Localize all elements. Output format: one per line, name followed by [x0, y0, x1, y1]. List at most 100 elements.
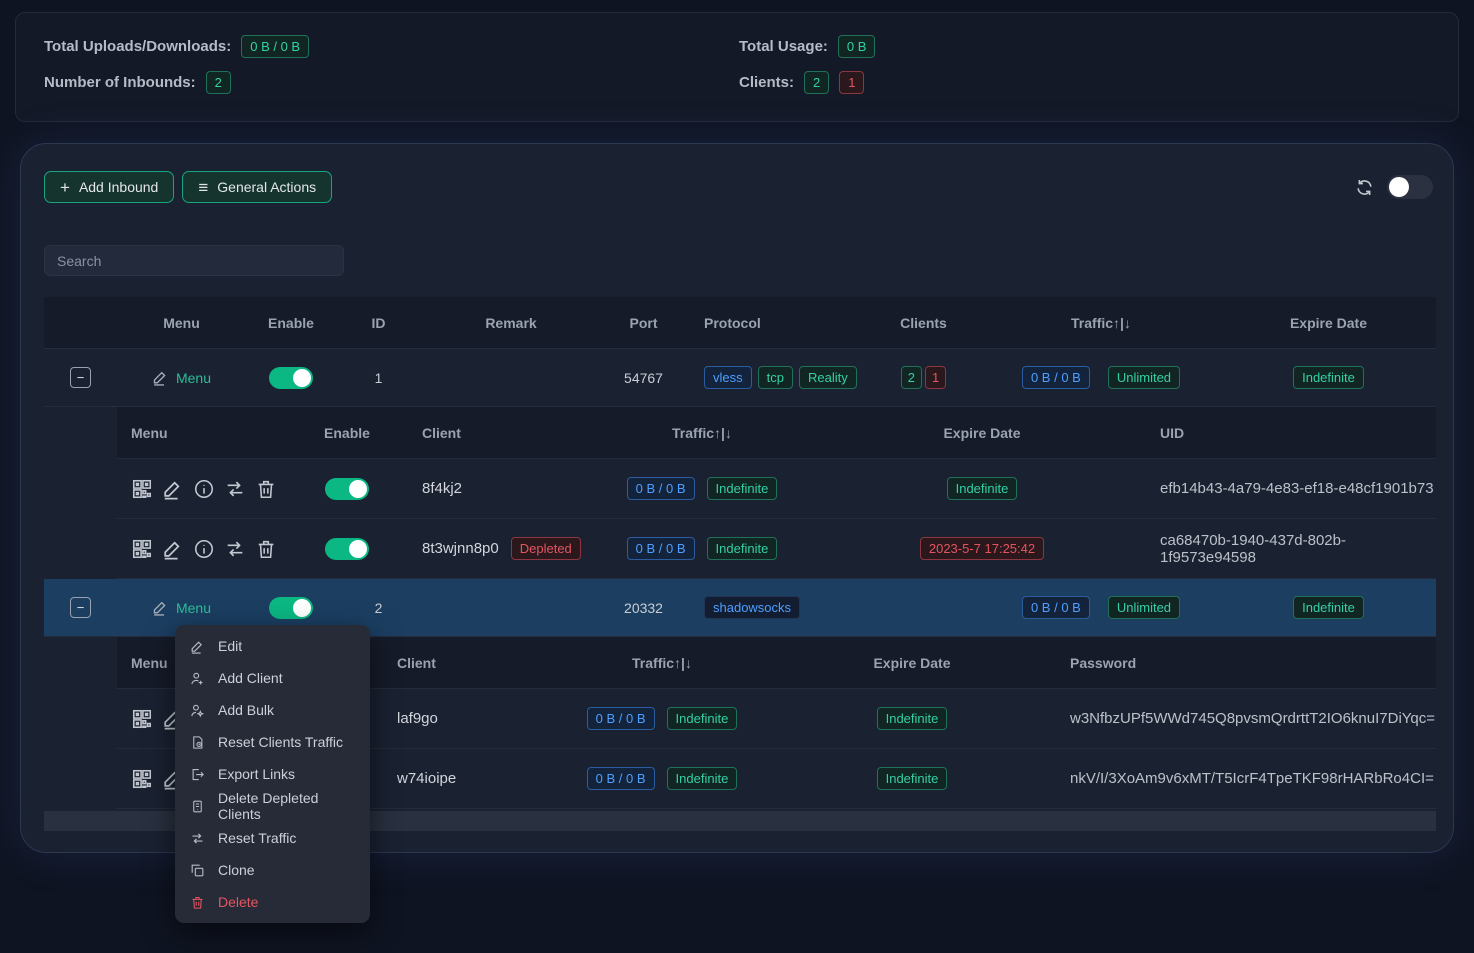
stat-number-of-inbounds: Number of Inbounds: 2 — [44, 68, 309, 96]
users-add-icon — [190, 703, 205, 718]
add-inbound-label: Add Inbound — [79, 179, 158, 195]
clients-active-badge: 2 — [804, 71, 829, 94]
client-password: nkV/I/3XoAm9v6xMT/T5IcrF4TpeTKF98rHARbRo… — [1062, 770, 1436, 787]
sub-header-traffic[interactable]: Traffic↑|↓ — [562, 655, 762, 671]
client-row: 8t3wjnn8p0 Depleted 0 B / 0 B Indefinite… — [117, 519, 1436, 579]
menu-item-clone[interactable]: Clone — [175, 854, 370, 886]
client-enable-toggle[interactable] — [325, 478, 369, 500]
add-inbound-button[interactable]: + Add Inbound — [44, 171, 174, 203]
menu-item-label: Delete Depleted Clients — [218, 790, 355, 822]
client-traffic-badge: 0 B / 0 B — [587, 767, 655, 790]
client-traffic-badge: 0 B / 0 B — [587, 707, 655, 730]
clients-subtable-vless: Menu Enable Client Traffic↑|↓ Expire Dat… — [44, 407, 1436, 579]
menu-item-delete[interactable]: Delete — [175, 886, 370, 918]
stat-total-usage: Total Usage: 0 B — [739, 32, 875, 60]
reset-traffic-icon[interactable] — [224, 478, 246, 500]
menu-item-label: Delete — [218, 894, 258, 910]
client-uid: ca68470b-1940-437d-802b-1f9573e94598 — [1152, 532, 1436, 566]
client-name: laf9go — [367, 710, 562, 727]
inbound-enable-toggle[interactable] — [269, 597, 313, 619]
edit-client-icon[interactable] — [162, 478, 184, 500]
sub-header-client: Client — [392, 425, 592, 441]
menu-item-label: Reset Traffic — [218, 830, 296, 846]
general-actions-button[interactable]: ≡ General Actions — [182, 171, 332, 203]
uploads-downloads-label: Total Uploads/Downloads: — [44, 38, 231, 55]
edit-icon — [190, 639, 205, 654]
general-actions-label: General Actions — [217, 179, 316, 195]
reset-traffic-icon[interactable] — [224, 538, 246, 560]
stats-card: Total Uploads/Downloads: 0 B / 0 B Numbe… — [15, 12, 1459, 122]
inbound-enable-toggle[interactable] — [269, 367, 313, 389]
client-expire-badge: 2023-5-7 17:25:42 — [920, 537, 1044, 560]
collapse-row-button[interactable]: − — [70, 367, 91, 388]
menu-item-edit[interactable]: Edit — [175, 630, 370, 662]
qr-code-icon[interactable] — [131, 768, 153, 790]
file-sync-icon — [190, 735, 205, 750]
collapse-row-button[interactable]: − — [70, 597, 91, 618]
client-name: 8f4kj2 — [392, 480, 592, 497]
sub-header-client: Client — [367, 655, 562, 671]
row-menu-link[interactable]: Menu — [152, 599, 211, 616]
menu-item-export-links[interactable]: Export Links — [175, 758, 370, 790]
menu-item-label: Add Bulk — [218, 702, 274, 718]
client-uid: efb14b43-4a79-4e83-ef18-e48cf1901b73 — [1152, 480, 1436, 497]
menu-item-label: Add Client — [218, 670, 283, 686]
edit-pencil-icon — [152, 369, 169, 386]
inbound-port: 54767 — [601, 370, 686, 386]
menu-item-reset-clients-traffic[interactable]: Reset Clients Traffic — [175, 726, 370, 758]
inbounds-table-header: Menu Enable ID Remark Port Protocol Clie… — [44, 297, 1436, 349]
inbounds-page: Total Uploads/Downloads: 0 B / 0 B Numbe… — [0, 0, 1474, 953]
client-name: w74ioipe — [367, 770, 562, 787]
edit-client-icon[interactable] — [162, 538, 184, 560]
dark-mode-toggle[interactable] — [1387, 175, 1433, 199]
client-traffic-limit-badge: Indefinite — [707, 537, 778, 560]
client-traffic-limit-badge: Indefinite — [707, 477, 778, 500]
row-menu-link[interactable]: Menu — [152, 369, 211, 386]
traffic-limit-badge: Unlimited — [1108, 596, 1180, 619]
client-row: 8f4kj2 0 B / 0 B Indefinite Indefinite e… — [117, 459, 1436, 519]
user-add-icon — [190, 671, 205, 686]
clients-depleted-badge: 1 — [925, 366, 946, 389]
clients-subtable-header: Menu Enable Client Traffic↑|↓ Expire Dat… — [117, 407, 1436, 459]
client-enable-toggle[interactable] — [325, 538, 369, 560]
delete-client-icon[interactable] — [255, 538, 277, 560]
sub-header-traffic[interactable]: Traffic↑|↓ — [592, 425, 812, 441]
menu-item-label: Reset Clients Traffic — [218, 734, 343, 750]
client-traffic-limit-badge: Indefinite — [667, 767, 738, 790]
search-input[interactable] — [44, 245, 344, 276]
client-traffic-limit-badge: Indefinite — [667, 707, 738, 730]
info-icon[interactable] — [193, 478, 215, 500]
header-enable: Enable — [246, 315, 336, 331]
header-traffic[interactable]: Traffic↑|↓ — [981, 315, 1221, 331]
header-clients: Clients — [866, 315, 981, 331]
inbound-id: 1 — [336, 370, 421, 386]
menu-item-reset-traffic[interactable]: Reset Traffic — [175, 822, 370, 854]
security-badge: Reality — [799, 366, 857, 389]
inbound-context-menu: Edit Add Client Add Bulk Reset Clients T… — [175, 625, 370, 923]
search-wrap — [44, 245, 344, 276]
header-expire-date: Expire Date — [1221, 315, 1436, 331]
client-password: w3NfbzUPf5WWd745Q8pvsmQrdrttT2IO6knuI7Di… — [1062, 710, 1436, 727]
menu-item-add-client[interactable]: Add Client — [175, 662, 370, 694]
info-icon[interactable] — [193, 538, 215, 560]
qr-code-icon[interactable] — [131, 538, 153, 560]
stats-left-group: Total Uploads/Downloads: 0 B / 0 B Numbe… — [44, 32, 309, 96]
header-protocol: Protocol — [686, 315, 866, 331]
qr-code-icon[interactable] — [131, 708, 153, 730]
export-icon — [190, 767, 205, 782]
clients-label: Clients: — [739, 74, 794, 91]
trash-icon — [190, 895, 205, 910]
menu-item-delete-depleted-clients[interactable]: Delete Depleted Clients — [175, 790, 370, 822]
clients-active-badge: 2 — [901, 366, 922, 389]
qr-code-icon[interactable] — [131, 478, 153, 500]
clone-icon — [190, 863, 205, 878]
menu-item-label: Edit — [218, 638, 242, 654]
menu-item-add-bulk[interactable]: Add Bulk — [175, 694, 370, 726]
total-usage-label: Total Usage: — [739, 38, 828, 55]
client-expire-badge: Indefinite — [947, 477, 1018, 500]
refresh-icon[interactable] — [1355, 178, 1374, 197]
menu-item-label: Clone — [218, 862, 255, 878]
header-id: ID — [336, 315, 421, 331]
uploads-downloads-value-badge: 0 B / 0 B — [241, 35, 309, 58]
delete-client-icon[interactable] — [255, 478, 277, 500]
